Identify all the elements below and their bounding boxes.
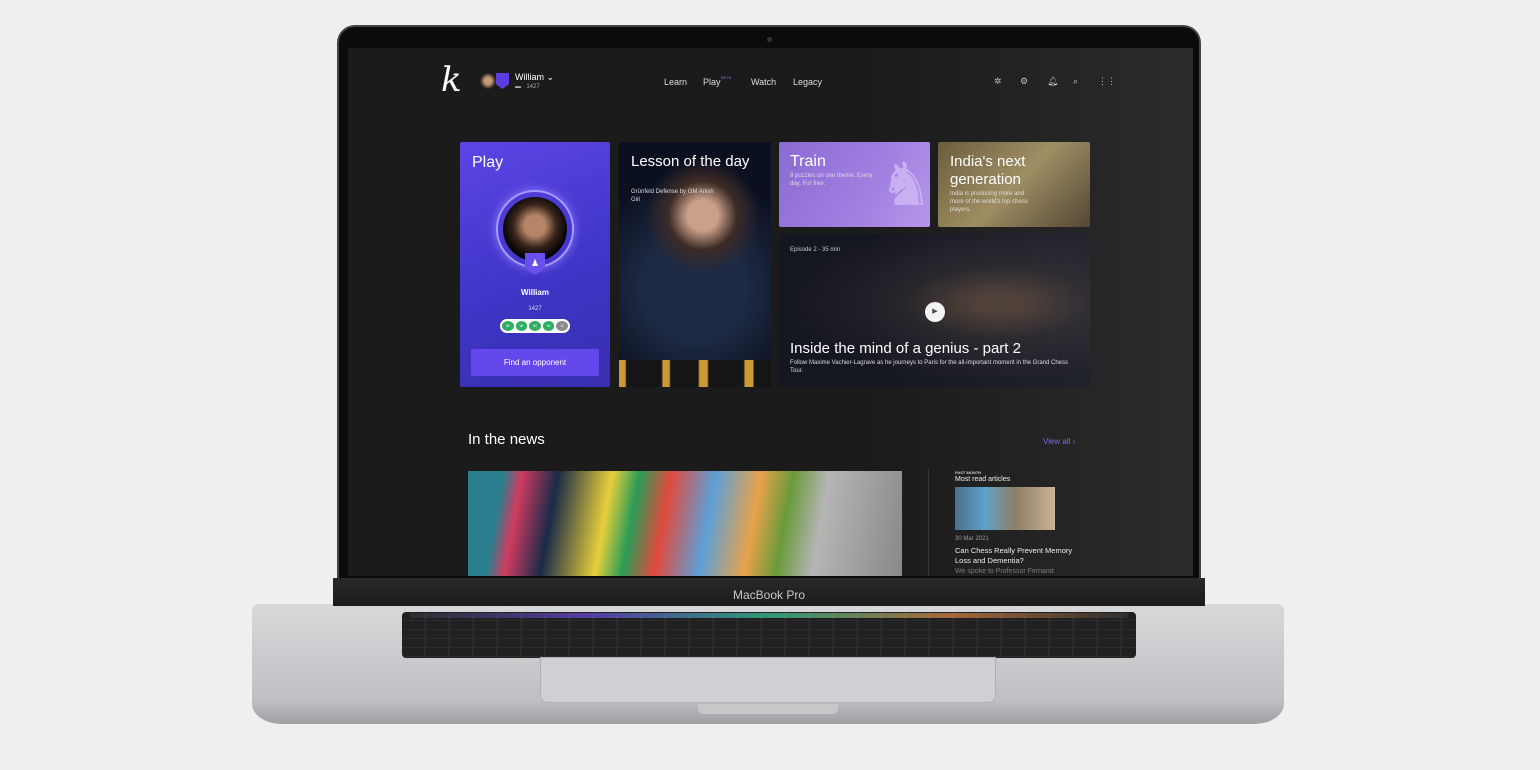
- nav-legacy[interactable]: Legacy: [793, 77, 822, 87]
- chess-board-image: [619, 360, 771, 387]
- player-rating: 1427: [528, 306, 542, 312]
- bug-icon[interactable]: ✲: [994, 76, 1002, 87]
- settings-icon[interactable]: ⚙: [1020, 76, 1028, 87]
- view-all-link[interactable]: View all ›: [1043, 437, 1075, 446]
- train-subtitle: 8 puzzles on one theme. Every day. For f…: [790, 173, 873, 187]
- keyboard: [402, 612, 1136, 658]
- touch-bar: [410, 613, 1128, 618]
- flag-icon: ▬: [515, 84, 521, 90]
- episode-meta: Episode 2 - 35 min: [790, 247, 841, 253]
- divider: [928, 468, 929, 576]
- player-avatar: [503, 197, 567, 261]
- user-menu[interactable]: William ⌄: [515, 72, 554, 83]
- lesson-title: Lesson of the day: [631, 153, 750, 170]
- search-icon[interactable]: ⌕: [1073, 76, 1078, 87]
- camera: [767, 37, 772, 42]
- lid-notch: [698, 704, 838, 714]
- nav-learn[interactable]: Learn: [664, 77, 687, 87]
- article-title[interactable]: Can Chess Really Prevent Memory Loss and…: [955, 546, 1085, 566]
- featured-news-image[interactable]: [468, 471, 902, 576]
- lesson-subtitle: Grünfeld Defense by GM Anish Giri: [631, 189, 714, 203]
- india-card[interactable]: India's next generation India is produci…: [938, 142, 1090, 227]
- result-win: W: [542, 321, 555, 331]
- chevron-down-icon: ⌄: [546, 72, 555, 82]
- apps-grid-icon[interactable]: ⋮⋮: [1098, 76, 1116, 87]
- recent-results: W W W W D: [500, 319, 570, 333]
- play-video-button[interactable]: ▶: [925, 302, 945, 322]
- article-image[interactable]: [955, 487, 1055, 530]
- site-logo[interactable]: k: [441, 60, 462, 100]
- article-date: 30 Mar 2021: [955, 536, 989, 542]
- view-all-label: View all: [1043, 437, 1071, 446]
- article-excerpt: We spoke to Professor Fernand: [955, 568, 1054, 575]
- chevron-right-icon: ›: [1072, 437, 1076, 446]
- avatar[interactable]: [480, 73, 496, 89]
- result-win: W: [529, 321, 541, 331]
- nav-watch[interactable]: Watch: [751, 77, 776, 87]
- train-title: Train: [790, 153, 826, 170]
- rating-value: 1427: [526, 84, 540, 90]
- beta-badge: BETA: [721, 75, 732, 80]
- trackpad: [540, 657, 996, 703]
- result-win: W: [502, 321, 514, 331]
- play-title: Play: [472, 154, 504, 171]
- user-name: William: [515, 72, 544, 82]
- news-heading: In the news: [468, 431, 545, 448]
- find-opponent-button[interactable]: Find an opponent: [471, 349, 599, 376]
- result-win: W: [515, 321, 528, 331]
- nav-play[interactable]: Play: [703, 77, 721, 87]
- episode-title: Inside the mind of a genius - part 2: [790, 340, 1021, 357]
- train-card[interactable]: Train 8 puzzles on one theme. Every day.…: [779, 142, 930, 227]
- india-title: India's next generation: [950, 153, 1026, 188]
- bell-icon[interactable]: 🔔︎: [1047, 76, 1058, 87]
- india-subtitle: India is producing more and more of the …: [950, 191, 1028, 213]
- device-label: MacBook Pro: [333, 578, 1205, 606]
- episode-subtitle: Follow Maxime Vachier-Lagrave as he jour…: [790, 360, 1069, 374]
- lesson-card[interactable]: Lesson of the day Grünfeld Defense by GM…: [619, 142, 771, 387]
- sidebar-title: Most read articles: [955, 476, 1011, 483]
- user-rating: ▬ · 1427: [515, 84, 540, 90]
- knight-icon: ♞: [879, 151, 930, 218]
- sidebar-eyebrow: PAST MONTH: [955, 470, 982, 475]
- player-name: William: [521, 288, 549, 297]
- result-draw: D: [556, 321, 568, 331]
